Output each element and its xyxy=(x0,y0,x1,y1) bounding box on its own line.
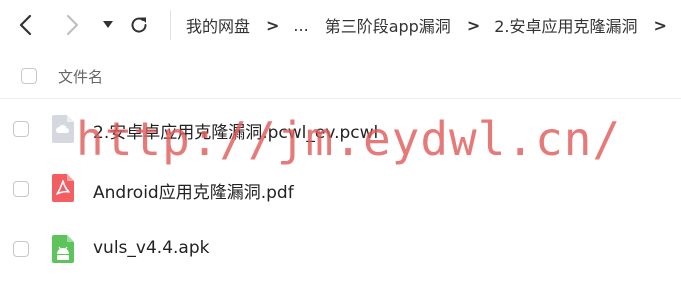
file-name[interactable]: 2.安卓卓应用克隆漏洞.pcwl_ev.pcwl xyxy=(93,118,378,143)
apk-icon xyxy=(52,235,74,263)
refresh-icon xyxy=(131,17,147,33)
breadcrumb-item-current[interactable]: 2.安卓应用克隆漏洞 xyxy=(494,13,637,37)
breadcrumb-separator: > xyxy=(653,15,667,35)
file-name[interactable]: Android应用克隆漏洞.pdf xyxy=(93,178,294,203)
breadcrumb: 我的网盘 > ... 第三阶段app漏洞 > 2.安卓应用克隆漏洞 > xyxy=(186,0,681,50)
chevron-left-icon xyxy=(19,14,32,36)
refresh-button[interactable] xyxy=(124,10,154,40)
file-name[interactable]: vuls_v4.4.apk xyxy=(93,238,209,258)
file-row[interactable]: 2.安卓卓应用克隆漏洞.pcwl_ev.pcwl xyxy=(0,100,681,158)
toolbar-divider xyxy=(170,10,171,40)
file-list-header: 文件名 xyxy=(0,58,681,99)
breadcrumb-separator: > xyxy=(266,15,280,35)
breadcrumb-separator: > xyxy=(466,15,481,35)
row-checkbox[interactable] xyxy=(13,241,29,257)
row-checkbox[interactable] xyxy=(13,181,29,197)
file-row[interactable]: Android应用克隆漏洞.pdf xyxy=(0,160,681,218)
toolbar: 我的网盘 > ... 第三阶段app漏洞 > 2.安卓应用克隆漏洞 > xyxy=(0,0,681,50)
breadcrumb-ellipsis[interactable]: ... xyxy=(293,16,308,35)
breadcrumb-item-stage3[interactable]: 第三阶段app漏洞 xyxy=(325,13,451,37)
row-checkbox[interactable] xyxy=(13,121,29,137)
forward-button[interactable] xyxy=(58,10,88,40)
back-button[interactable] xyxy=(10,10,40,40)
select-all-checkbox[interactable] xyxy=(21,68,37,84)
generic-file-icon xyxy=(52,115,74,143)
column-header-filename[interactable]: 文件名 xyxy=(58,66,103,87)
pdf-icon xyxy=(52,174,74,202)
chevron-right-icon xyxy=(67,15,78,35)
history-dropdown-button[interactable] xyxy=(93,10,123,40)
breadcrumb-item-root[interactable]: 我的网盘 xyxy=(186,13,250,37)
caret-down-icon xyxy=(103,21,113,28)
file-row[interactable]: vuls_v4.4.apk xyxy=(0,220,681,278)
